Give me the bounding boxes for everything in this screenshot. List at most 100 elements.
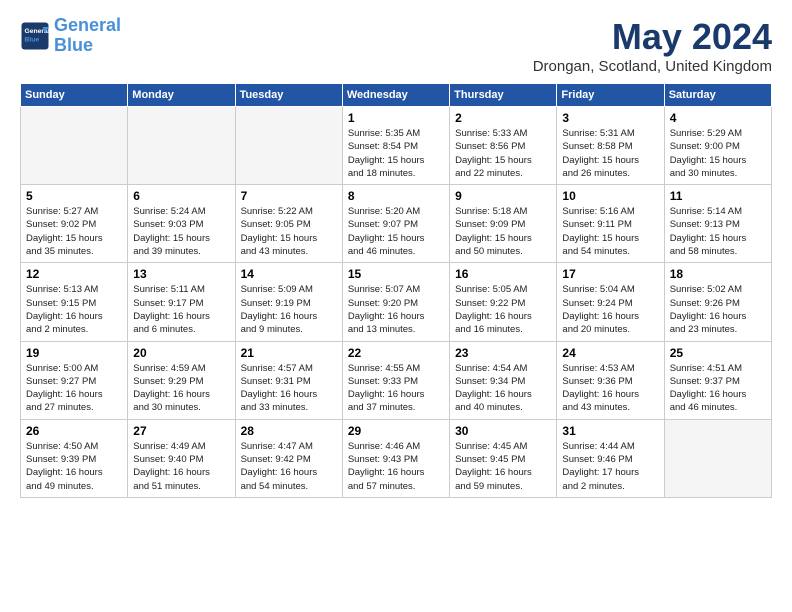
calendar-cell: 26 Sunrise: 4:50 AMSunset: 9:39 PMDayligh… (21, 419, 128, 497)
day-number: 3 (562, 111, 658, 125)
day-info: Sunrise: 5:02 AMSunset: 9:26 PMDaylight:… (670, 283, 766, 336)
week-row-0: 1 Sunrise: 5:35 AMSunset: 8:54 PMDaylight… (21, 107, 772, 185)
calendar-cell: 11 Sunrise: 5:14 AMSunset: 9:13 PMDayligh… (664, 185, 771, 263)
day-number: 16 (455, 267, 551, 281)
calendar-cell: 27Sunrise: 4:49 AMSunset: 9:40 PMDayligh… (128, 419, 235, 497)
day-number: 11 (670, 189, 766, 203)
day-header-thursday: Thursday (450, 84, 557, 107)
day-number: 7 (241, 189, 337, 203)
day-header-sunday: Sunday (21, 84, 128, 107)
calendar-subtitle: Drongan, Scotland, United Kingdom (533, 58, 772, 75)
day-info: Sunrise: 5:24 AMSunset: 9:03 PMDaylight:… (133, 205, 229, 258)
day-info: Sunrise: 5:20 AMSunset: 9:07 PMDaylight:… (348, 205, 444, 258)
calendar-cell: 30Sunrise: 4:45 AMSunset: 9:45 PMDayligh… (450, 419, 557, 497)
day-info: Sunrise: 5:09 AMSunset: 9:19 PMDaylight:… (241, 283, 337, 336)
calendar-cell: 17Sunrise: 5:04 AMSunset: 9:24 PMDayligh… (557, 263, 664, 341)
day-number: 20 (133, 346, 229, 360)
calendar-cell: 24Sunrise: 4:53 AMSunset: 9:36 PMDayligh… (557, 341, 664, 419)
calendar-cell (235, 107, 342, 185)
logo-icon: General Blue (20, 21, 50, 51)
day-info: Sunrise: 5:18 AMSunset: 9:09 PMDaylight:… (455, 205, 551, 258)
day-header-saturday: Saturday (664, 84, 771, 107)
day-info: Sunrise: 4:47 AMSunset: 9:42 PMDaylight:… (241, 440, 337, 493)
calendar-cell: 8 Sunrise: 5:20 AMSunset: 9:07 PMDaylight… (342, 185, 449, 263)
day-number: 22 (348, 346, 444, 360)
day-number: 19 (26, 346, 122, 360)
day-info: Sunrise: 5:29 AMSunset: 9:00 PMDaylight:… (670, 127, 766, 180)
day-info: Sunrise: 4:45 AMSunset: 9:45 PMDaylight:… (455, 440, 551, 493)
day-info: Sunrise: 5:22 AMSunset: 9:05 PMDaylight:… (241, 205, 337, 258)
calendar-cell (664, 419, 771, 497)
calendar-cell: 4 Sunrise: 5:29 AMSunset: 9:00 PMDaylight… (664, 107, 771, 185)
day-number: 13 (133, 267, 229, 281)
calendar-cell: 23 Sunrise: 4:54 AMSunset: 9:34 PMDayligh… (450, 341, 557, 419)
calendar-cell: 9Sunrise: 5:18 AMSunset: 9:09 PMDaylight… (450, 185, 557, 263)
calendar-cell: 1 Sunrise: 5:35 AMSunset: 8:54 PMDaylight… (342, 107, 449, 185)
day-info: Sunrise: 5:13 AMSunset: 9:15 PMDaylight:… (26, 283, 122, 336)
day-info: Sunrise: 4:51 AMSunset: 9:37 PMDaylight:… (670, 362, 766, 415)
calendar-cell: 13 Sunrise: 5:11 AMSunset: 9:17 PMDayligh… (128, 263, 235, 341)
day-info: Sunrise: 5:14 AMSunset: 9:13 PMDaylight:… (670, 205, 766, 258)
calendar-cell: 5 Sunrise: 5:27 AMSunset: 9:02 PMDaylight… (21, 185, 128, 263)
calendar-cell: 18 Sunrise: 5:02 AMSunset: 9:26 PMDayligh… (664, 263, 771, 341)
calendar-cell: 16 Sunrise: 5:05 AMSunset: 9:22 PMDayligh… (450, 263, 557, 341)
calendar-cell: 20 Sunrise: 4:59 AMSunset: 9:29 PMDayligh… (128, 341, 235, 419)
calendar-table: SundayMondayTuesdayWednesdayThursdayFrid… (20, 83, 772, 498)
week-row-3: 19 Sunrise: 5:00 AMSunset: 9:27 PMDayligh… (21, 341, 772, 419)
logo: General Blue General Blue (20, 16, 121, 56)
day-number: 29 (348, 424, 444, 438)
day-number: 28 (241, 424, 337, 438)
day-info: Sunrise: 5:16 AMSunset: 9:11 PMDaylight:… (562, 205, 658, 258)
day-info: Sunrise: 4:44 AMSunset: 9:46 PMDaylight:… (562, 440, 658, 493)
calendar-cell: 31 Sunrise: 4:44 AMSunset: 9:46 PMDayligh… (557, 419, 664, 497)
day-number: 25 (670, 346, 766, 360)
day-number: 15 (348, 267, 444, 281)
day-header-monday: Monday (128, 84, 235, 107)
calendar-cell: 29 Sunrise: 4:46 AMSunset: 9:43 PMDayligh… (342, 419, 449, 497)
day-info: Sunrise: 4:59 AMSunset: 9:29 PMDaylight:… (133, 362, 229, 415)
day-info: Sunrise: 4:54 AMSunset: 9:34 PMDaylight:… (455, 362, 551, 415)
day-number: 23 (455, 346, 551, 360)
calendar-cell: 25 Sunrise: 4:51 AMSunset: 9:37 PMDayligh… (664, 341, 771, 419)
day-info: Sunrise: 5:07 AMSunset: 9:20 PMDaylight:… (348, 283, 444, 336)
day-info: Sunrise: 5:11 AMSunset: 9:17 PMDaylight:… (133, 283, 229, 336)
day-number: 21 (241, 346, 337, 360)
day-info: Sunrise: 4:46 AMSunset: 9:43 PMDaylight:… (348, 440, 444, 493)
day-number: 1 (348, 111, 444, 125)
calendar-body: 1 Sunrise: 5:35 AMSunset: 8:54 PMDaylight… (21, 107, 772, 498)
logo-text: General Blue (54, 16, 121, 56)
day-info: Sunrise: 5:00 AMSunset: 9:27 PMDaylight:… (26, 362, 122, 415)
day-header-wednesday: Wednesday (342, 84, 449, 107)
day-number: 27 (133, 424, 229, 438)
day-info: Sunrise: 5:31 AMSunset: 8:58 PMDaylight:… (562, 127, 658, 180)
calendar-cell: 22 Sunrise: 4:55 AMSunset: 9:33 PMDayligh… (342, 341, 449, 419)
calendar-cell: 14Sunrise: 5:09 AMSunset: 9:19 PMDayligh… (235, 263, 342, 341)
day-info: Sunrise: 5:33 AMSunset: 8:56 PMDaylight:… (455, 127, 551, 180)
calendar-cell: 10Sunrise: 5:16 AMSunset: 9:11 PMDayligh… (557, 185, 664, 263)
week-row-1: 5 Sunrise: 5:27 AMSunset: 9:02 PMDaylight… (21, 185, 772, 263)
calendar-cell (128, 107, 235, 185)
day-number: 12 (26, 267, 122, 281)
calendar-cell: 28 Sunrise: 4:47 AMSunset: 9:42 PMDayligh… (235, 419, 342, 497)
week-row-2: 12 Sunrise: 5:13 AMSunset: 9:15 PMDayligh… (21, 263, 772, 341)
calendar-cell: 12 Sunrise: 5:13 AMSunset: 9:15 PMDayligh… (21, 263, 128, 341)
day-info: Sunrise: 4:50 AMSunset: 9:39 PMDaylight:… (26, 440, 122, 493)
day-number: 31 (562, 424, 658, 438)
calendar-cell: 3 Sunrise: 5:31 AMSunset: 8:58 PMDaylight… (557, 107, 664, 185)
day-number: 18 (670, 267, 766, 281)
svg-text:Blue: Blue (25, 36, 40, 43)
day-info: Sunrise: 4:53 AMSunset: 9:36 PMDaylight:… (562, 362, 658, 415)
day-info: Sunrise: 5:35 AMSunset: 8:54 PMDaylight:… (348, 127, 444, 180)
day-number: 8 (348, 189, 444, 203)
day-number: 6 (133, 189, 229, 203)
days-header-row: SundayMondayTuesdayWednesdayThursdayFrid… (21, 84, 772, 107)
calendar-cell: 7 Sunrise: 5:22 AMSunset: 9:05 PMDaylight… (235, 185, 342, 263)
title-block: May 2024 Drongan, Scotland, United Kingd… (533, 16, 772, 75)
day-number: 4 (670, 111, 766, 125)
day-number: 26 (26, 424, 122, 438)
calendar-cell (21, 107, 128, 185)
day-info: Sunrise: 4:55 AMSunset: 9:33 PMDaylight:… (348, 362, 444, 415)
day-info: Sunrise: 5:05 AMSunset: 9:22 PMDaylight:… (455, 283, 551, 336)
day-info: Sunrise: 5:27 AMSunset: 9:02 PMDaylight:… (26, 205, 122, 258)
day-number: 5 (26, 189, 122, 203)
